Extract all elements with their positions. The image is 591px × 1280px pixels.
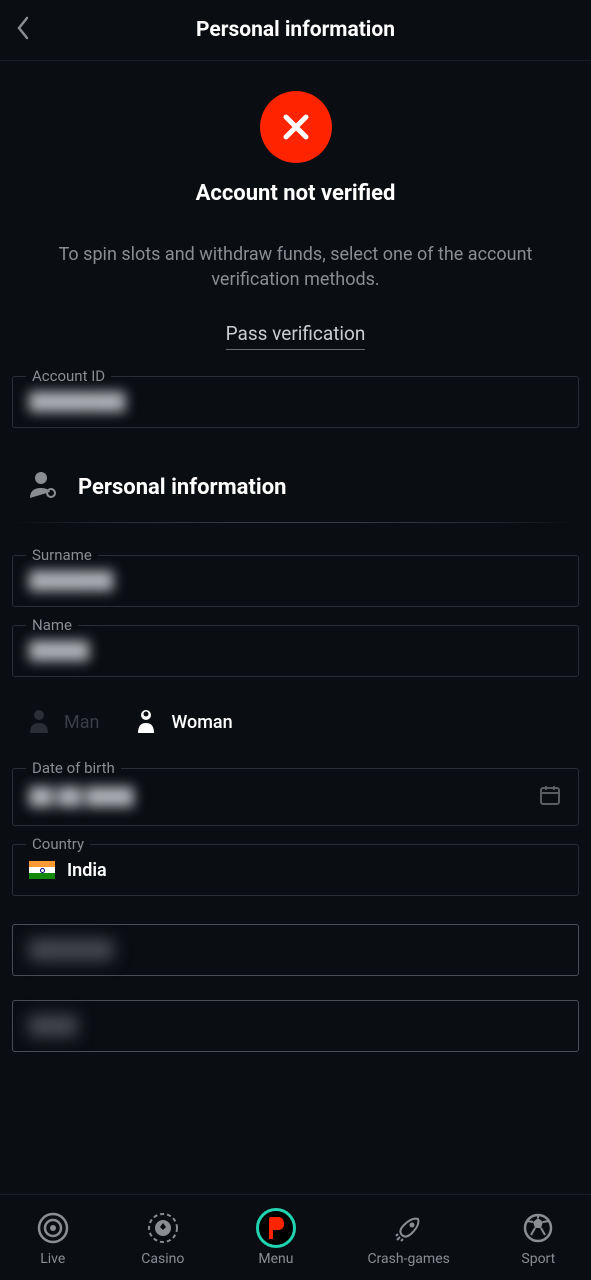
field-value: ███████	[29, 571, 113, 591]
country-value: India	[67, 860, 107, 881]
field-value: █████	[29, 641, 89, 661]
woman-icon	[133, 707, 159, 738]
field-label: Name	[26, 616, 78, 634]
live-icon	[36, 1211, 70, 1245]
nav-casino[interactable]: Casino	[141, 1209, 184, 1267]
status-description: To spin slots and withdraw funds, select…	[12, 242, 579, 292]
field-value: ███████	[29, 940, 113, 960]
back-button[interactable]	[16, 16, 30, 44]
nav-label: Sport	[521, 1251, 555, 1267]
nav-live[interactable]: Live	[36, 1209, 70, 1267]
nav-crash-games[interactable]: Crash-games	[367, 1209, 449, 1267]
rocket-icon	[392, 1211, 426, 1245]
man-icon	[26, 707, 52, 738]
casino-icon	[145, 1210, 181, 1246]
menu-icon	[256, 1208, 296, 1248]
gender-label: Man	[64, 712, 99, 733]
field-label: Country	[26, 835, 90, 853]
pass-verification-link[interactable]: Pass verification	[226, 322, 366, 350]
person-gear-icon	[26, 468, 60, 506]
chevron-left-icon	[16, 16, 30, 40]
divider	[12, 522, 579, 523]
error-icon	[260, 91, 332, 163]
country-field: Country India	[12, 844, 579, 896]
nav-sport[interactable]: Sport	[521, 1209, 555, 1267]
section-title: Personal information	[78, 475, 286, 500]
name-input[interactable]: █████	[12, 625, 579, 677]
content-area: Account not verified To spin slots and w…	[0, 61, 591, 1052]
region-input[interactable]: ███████	[12, 924, 579, 976]
verification-status: Account not verified To spin slots and w…	[12, 91, 579, 376]
sport-icon	[522, 1212, 554, 1244]
gender-option-man[interactable]: Man	[26, 707, 99, 738]
name-field: Name █████	[12, 625, 579, 677]
field-label: Surname	[26, 546, 98, 564]
account-id-field: Account ID ████████	[12, 376, 579, 428]
country-select[interactable]: India	[12, 844, 579, 896]
gender-label: Woman	[171, 712, 232, 733]
nav-label: Crash-games	[367, 1251, 449, 1267]
field-label: Account ID	[26, 367, 111, 385]
region-field: ███████	[12, 924, 579, 976]
city-field: ████	[12, 1000, 579, 1052]
page-title: Personal information	[16, 18, 575, 42]
gender-selector: Man Woman	[26, 707, 579, 738]
top-bar: Personal information	[0, 0, 591, 61]
nav-label: Casino	[141, 1251, 184, 1267]
gender-option-woman[interactable]: Woman	[133, 707, 232, 738]
dob-field: Date of birth ██ ██ ████	[12, 768, 579, 826]
nav-menu[interactable]: Menu	[256, 1209, 296, 1267]
surname-field: Surname ███████	[12, 555, 579, 607]
city-input[interactable]: ████	[12, 1000, 579, 1052]
status-title: Account not verified	[12, 181, 579, 206]
section-header: Personal information	[26, 468, 579, 506]
field-value: ████████	[29, 392, 125, 412]
calendar-icon[interactable]	[538, 783, 562, 811]
field-value: ██ ██ ████	[29, 787, 134, 807]
nav-label: Live	[40, 1251, 65, 1267]
bottom-nav: Live Casino Menu	[0, 1194, 591, 1280]
nav-label: Menu	[258, 1251, 293, 1267]
field-label: Date of birth	[26, 759, 121, 777]
field-value: ████	[29, 1016, 77, 1036]
india-flag-icon	[29, 861, 55, 879]
